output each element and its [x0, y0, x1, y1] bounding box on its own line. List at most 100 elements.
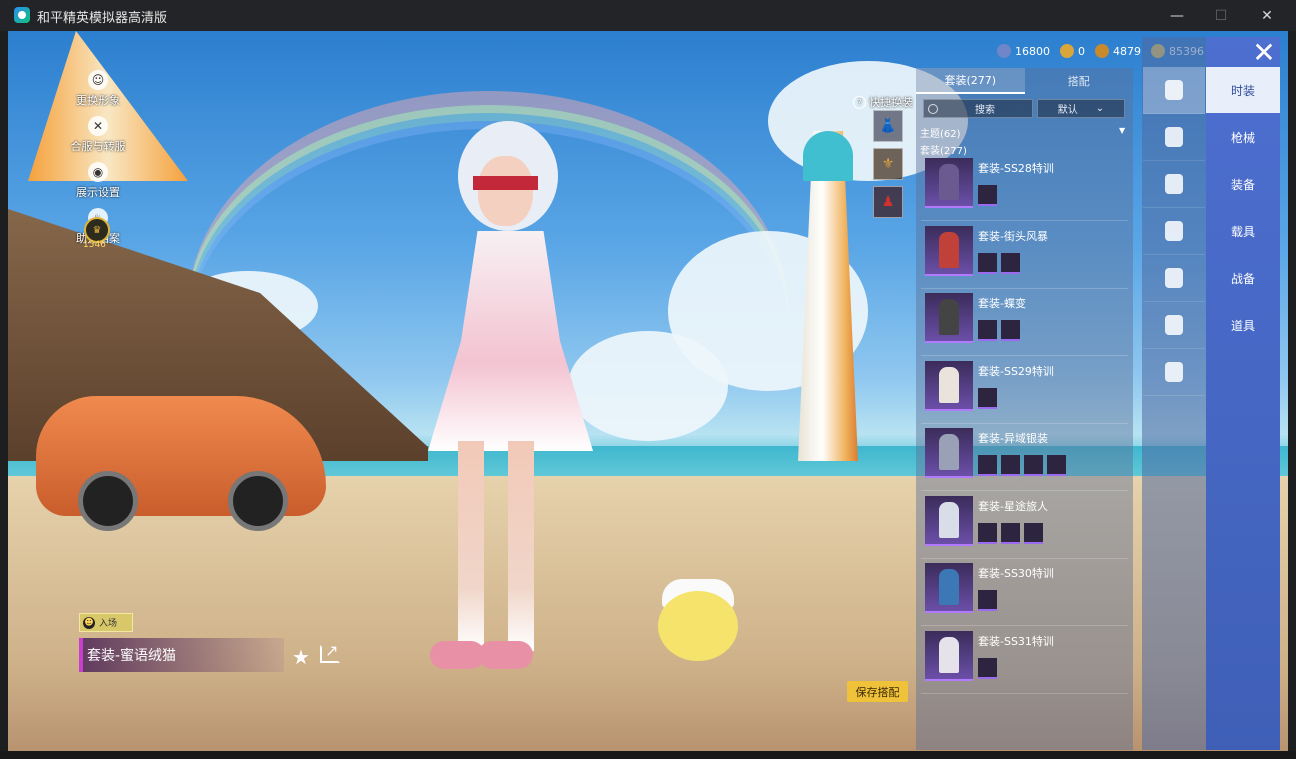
currency-1: 16800	[997, 44, 1050, 58]
suit-item-slot[interactable]	[1001, 522, 1020, 544]
suit-item-slot[interactable]	[978, 185, 997, 206]
category-column	[1142, 37, 1206, 750]
suit-title: 套装-SS31特训	[978, 634, 1054, 648]
hat-icon	[1165, 174, 1183, 194]
sort-value: 默认	[1057, 105, 1078, 116]
current-outfit-name: 套装-蜜语绒猫	[79, 638, 284, 672]
category-mask[interactable]	[1143, 208, 1205, 255]
save-outfit-button[interactable]: 保存搭配	[847, 681, 908, 702]
suit-item-slot[interactable]	[1024, 522, 1043, 544]
quick-slot[interactable]: ⚜	[873, 148, 903, 180]
category-shirt[interactable]	[1143, 255, 1205, 302]
nav-item[interactable]: 载具	[1206, 208, 1280, 254]
nav-item[interactable]: 枪械	[1206, 114, 1280, 160]
quick-swap-label: 快捷换装	[869, 96, 913, 109]
wardrobe-panel: 套装(277) 搭配 搜索 默认 ⌄ 主题(62) ▼ 套装(277) 套装-S…	[916, 68, 1133, 750]
suit-card[interactable]: 套装-SS31特训	[921, 629, 1131, 697]
suit-item-slot[interactable]	[1024, 455, 1043, 476]
close-panel-button[interactable]: ✕	[1248, 36, 1280, 69]
suit-card[interactable]: 套装-SS29特训	[921, 359, 1131, 427]
currency-3: 4879	[1095, 44, 1141, 58]
collapse-caret-icon[interactable]: ▼	[1119, 126, 1125, 135]
suit-items	[978, 455, 1066, 476]
smiley-icon: ☻	[83, 616, 95, 629]
suit-items	[978, 657, 997, 679]
nav-item[interactable]: 装备	[1206, 161, 1280, 207]
server-transfer-button[interactable]: ✕ 合服与转服	[68, 116, 128, 162]
currency-2: 0	[1060, 44, 1085, 58]
tab-suits[interactable]: 套装(277)	[916, 68, 1025, 94]
app-logo-icon	[14, 7, 30, 23]
display-settings-button[interactable]: ◉ 展示设置	[68, 162, 128, 208]
suit-figure	[939, 164, 959, 200]
menu-label: 更换形象	[76, 94, 120, 107]
car-wheel	[78, 471, 138, 531]
suit-item-slot[interactable]	[1001, 252, 1020, 274]
category-pants[interactable]	[1143, 302, 1205, 349]
sort-dropdown[interactable]: 默认 ⌄	[1037, 99, 1125, 118]
help-icon[interactable]: ?	[853, 95, 866, 109]
suit-card[interactable]: 套装-SS28特训	[921, 156, 1131, 224]
entry-label: 入场	[99, 619, 118, 629]
suit-item-slot[interactable]	[978, 590, 997, 611]
suit-items	[978, 185, 997, 206]
category-outfit[interactable]	[1143, 67, 1205, 114]
currency-icon	[997, 44, 1011, 58]
suit-thumbnail	[925, 158, 973, 208]
change-avatar-button[interactable]: ☺ 更换形象	[68, 70, 128, 116]
suit-title: 套装-蝶变	[978, 297, 1026, 310]
car-wheel	[228, 471, 288, 531]
category-hat[interactable]	[1143, 161, 1205, 208]
category-jacket[interactable]	[1143, 114, 1205, 161]
suit-item-slot[interactable]	[978, 387, 997, 409]
suit-thumbnail	[925, 225, 973, 276]
suit-figure	[939, 366, 959, 403]
pet-chick	[658, 591, 738, 661]
currency-icon	[1095, 44, 1109, 58]
minimize-button[interactable]: —	[1154, 0, 1200, 31]
suit-item-slot[interactable]	[1047, 455, 1066, 476]
suit-card[interactable]: 套装-异域银装	[921, 426, 1131, 494]
nav-item[interactable]: 时装	[1206, 67, 1280, 113]
character-shoe	[430, 641, 485, 669]
search-input[interactable]: 搜索	[923, 99, 1033, 118]
nav-item[interactable]: 战备	[1206, 255, 1280, 301]
suit-card[interactable]: 套装-街头风暴	[921, 224, 1131, 292]
favorite-star-icon[interactable]: ★	[292, 645, 310, 669]
suit-group-header: 套装(277)	[920, 146, 967, 157]
window-close-button[interactable]: ✕	[1244, 0, 1290, 31]
shoes-icon	[1165, 362, 1183, 382]
tab-combos[interactable]: 搭配	[1025, 68, 1134, 94]
share-icon[interactable]	[320, 641, 340, 663]
maximize-button[interactable]: ☐	[1198, 0, 1244, 31]
suit-item-slot[interactable]	[978, 522, 997, 544]
player-character	[418, 121, 598, 681]
theme-group-header[interactable]: 主题(62)	[920, 125, 961, 140]
suit-card[interactable]: 套装-SS30特训	[921, 561, 1131, 629]
outfit-icon	[1165, 80, 1183, 100]
quick-slot[interactable]: ♟	[873, 186, 903, 218]
nav-item[interactable]: 道具	[1206, 302, 1280, 348]
category-shoes[interactable]	[1143, 349, 1205, 396]
suit-card[interactable]: 套装-蝶变	[921, 291, 1131, 359]
quick-slot[interactable]: 👗	[873, 110, 903, 142]
person-icon: ☺	[88, 70, 108, 90]
suit-list: 套装-SS28特训 套装-街头风暴 套装-蝶变 套装-SS29特训 套装-异域银装 套装-…	[921, 156, 1131, 696]
suit-item-slot[interactable]	[978, 455, 997, 476]
quick-swap[interactable]: ? 快捷换装	[853, 94, 913, 110]
suit-item-slot[interactable]	[978, 320, 997, 341]
suit-thumbnail	[925, 428, 973, 478]
suit-thumbnail	[925, 360, 973, 411]
suit-card[interactable]: 套装-星途旅人	[921, 494, 1131, 562]
suit-item-slot[interactable]	[978, 657, 997, 679]
swap-icon: ✕	[88, 116, 108, 136]
suit-item-slot[interactable]	[978, 252, 997, 274]
suit-item-slot[interactable]	[1001, 320, 1020, 341]
search-placeholder: 搜索	[975, 105, 995, 116]
menu-label: 合服与转服	[70, 140, 126, 153]
currency-value: 4879	[1113, 44, 1141, 58]
suit-item-slot[interactable]	[1001, 455, 1020, 476]
suit-figure	[939, 231, 959, 268]
suit-title: 套装-星途旅人	[978, 499, 1048, 513]
entry-tag[interactable]: ☻ 入场	[79, 613, 133, 632]
